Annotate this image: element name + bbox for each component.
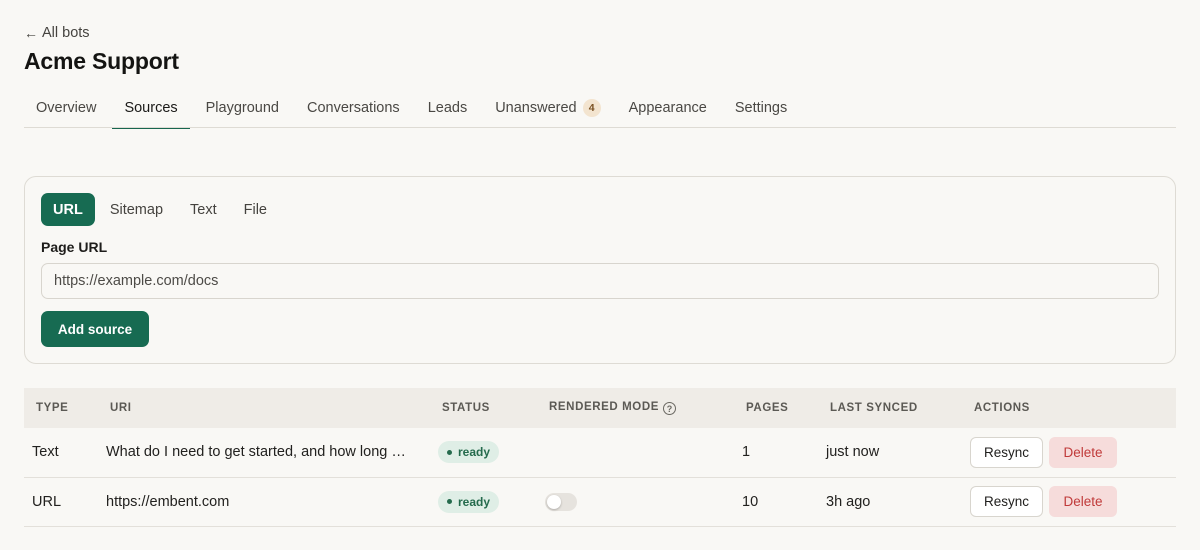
tab-appearance[interactable]: Appearance [617, 88, 719, 128]
delete-button[interactable]: Delete [1049, 486, 1117, 517]
cell-pages: 1 [742, 444, 751, 461]
column-header-actions: ACTIONS [974, 402, 1030, 414]
add-source-button[interactable]: Add source [41, 311, 149, 347]
cell-type: Text [32, 444, 59, 461]
unanswered-count-badge: 4 [582, 99, 601, 117]
tab-overview[interactable]: Overview [24, 88, 108, 128]
cell-last-synced: 3h ago [826, 493, 871, 510]
toggle-knob [547, 494, 561, 509]
cell-last-synced: just now [826, 444, 880, 461]
table-row: Text What do I need to get started, and … [24, 428, 1176, 477]
cell-uri: What do I need to get started, and how l… [106, 444, 406, 461]
bot-sources-page: ← All bots Acme Support Overview Sources… [0, 0, 1200, 550]
column-header-uri: URI [110, 402, 132, 414]
page-title: Acme Support [24, 48, 179, 74]
status-dot-icon [447, 499, 452, 504]
column-header-rendered-mode: RENDERED MODE? [537, 388, 734, 428]
rendered-mode-toggle[interactable] [545, 492, 577, 511]
cell-actions: Resync Delete [962, 477, 1176, 526]
add-source-card: URL Sitemap Text File Page URL Add sourc… [24, 176, 1176, 364]
column-header-type: TYPE [36, 402, 69, 414]
tab-conversations[interactable]: Conversations [295, 88, 412, 128]
status-badge: ready [438, 490, 500, 513]
sources-table-container: TYPE URI STATUS RENDERED MODE? PAGES LAS… [24, 388, 1176, 527]
tab-label: Settings [734, 100, 788, 116]
table-row: URL https://embent.com ready 10 3h ago R… [24, 477, 1176, 526]
source-type-url[interactable]: URL [41, 193, 95, 226]
tab-label: Leads [427, 100, 468, 116]
tab-unanswered[interactable]: Unanswered 4 [483, 88, 612, 128]
resync-button[interactable]: Resync [970, 436, 1043, 468]
cell-status: ready [430, 428, 537, 477]
cell-pages: 10 [742, 493, 759, 510]
cell-rendered-mode [537, 428, 734, 477]
tab-label: Sources [124, 100, 178, 116]
cell-rendered-mode [537, 477, 734, 526]
status-label: ready [458, 445, 491, 460]
source-type-file[interactable]: File [232, 193, 279, 226]
column-header-label: RENDERED MODE [549, 400, 660, 413]
tab-label: Appearance [628, 100, 707, 116]
column-header-status: STATUS [442, 402, 490, 414]
delete-button[interactable]: Delete [1049, 436, 1117, 468]
tab-leads[interactable]: Leads [416, 88, 480, 128]
status-badge: ready [438, 441, 500, 464]
tab-bar: Overview Sources Playground Conversation… [24, 88, 1176, 129]
source-type-sitemap[interactable]: Sitemap [98, 193, 175, 226]
tab-sources[interactable]: Sources [112, 88, 190, 129]
status-label: ready [458, 494, 491, 509]
page-url-label: Page URL [41, 239, 108, 255]
cell-uri: https://embent.com [106, 493, 230, 510]
tab-label: Conversations [307, 100, 400, 116]
back-link[interactable]: ← All bots [24, 25, 90, 41]
cell-status: ready [430, 477, 537, 526]
page-url-input[interactable] [41, 263, 1159, 299]
cell-type: URL [32, 493, 62, 510]
back-link-label: All bots [42, 25, 90, 41]
sources-table: TYPE URI STATUS RENDERED MODE? PAGES LAS… [24, 388, 1176, 527]
source-type-text[interactable]: Text [178, 193, 229, 226]
status-dot-icon [447, 449, 452, 455]
tab-label: Playground [205, 100, 279, 116]
column-header-pages: PAGES [746, 402, 789, 414]
tab-label: Overview [36, 100, 97, 116]
tab-label: Unanswered [495, 100, 577, 116]
cell-actions: Resync Delete [962, 428, 1176, 477]
arrow-left-icon: ← [24, 25, 38, 41]
help-circle-icon[interactable]: ? [663, 402, 677, 416]
column-header-last-synced: LAST SYNCED [830, 402, 918, 414]
tab-settings[interactable]: Settings [723, 88, 799, 128]
source-type-selector: URL Sitemap Text File [41, 193, 282, 226]
tab-playground[interactable]: Playground [194, 88, 291, 128]
resync-button[interactable]: Resync [970, 486, 1043, 517]
table-header-row: TYPE URI STATUS RENDERED MODE? PAGES LAS… [24, 388, 1176, 428]
